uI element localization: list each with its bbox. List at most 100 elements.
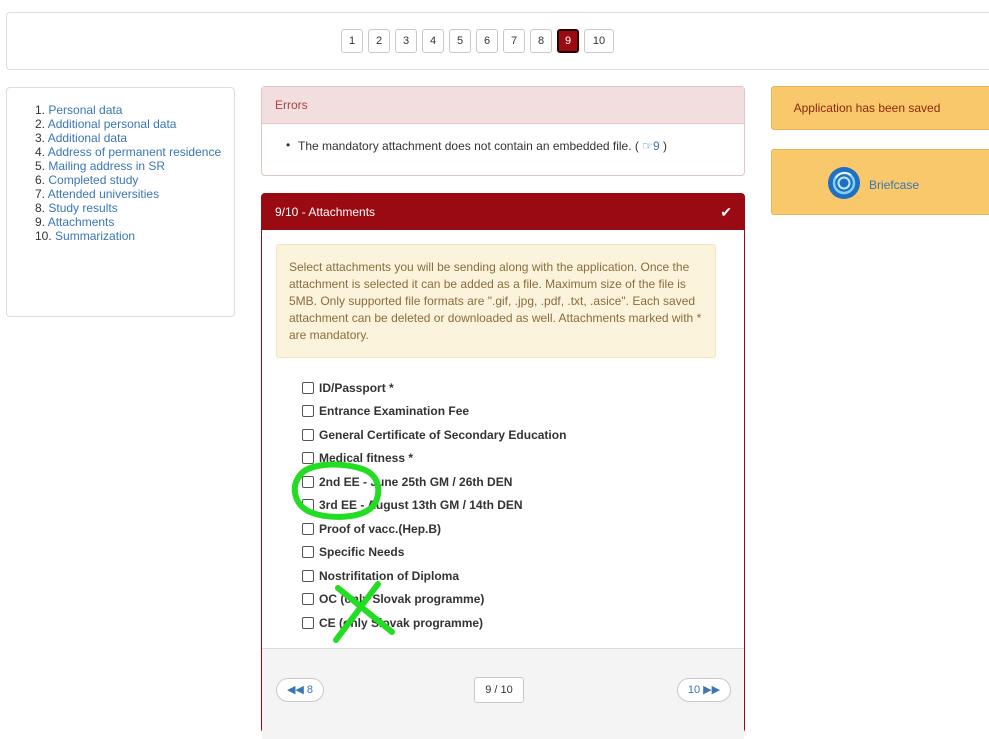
nav-item-mailing-address: 5. Mailing address in SR (35, 159, 225, 173)
attachment-label: 2nd EE - June 25th GM / 26th DEN (319, 474, 513, 489)
attachment-item-3rd-ee[interactable]: 3rd EE - August 13th GM / 14th DEN (302, 494, 566, 518)
attachments-panel: 9/10 - Attachments ✔ Select attachments … (261, 193, 745, 739)
nav-item-completed-study: 6. Completed study (35, 173, 225, 187)
error-text: The mandatory attachment does not contai… (298, 139, 639, 153)
attachment-item-ce[interactable]: CE (only Slovak programme) (302, 611, 566, 635)
attachment-label: ID/Passport * (319, 380, 394, 395)
nav-link-additional-personal-data[interactable]: Additional personal data (48, 117, 177, 131)
attachment-item-id-passport[interactable]: ID/Passport * (302, 376, 566, 400)
pointing-hand-icon: ☞ (642, 139, 653, 153)
checkbox[interactable] (302, 616, 314, 629)
attachment-item-oc[interactable]: OC (only Slovak programme) (302, 588, 566, 612)
attachment-label: Specific Needs (319, 545, 405, 560)
nav-number: 7. (35, 187, 46, 201)
checkbox[interactable] (302, 405, 314, 418)
page-button-6[interactable]: 6 (476, 29, 498, 53)
attachment-item-specific-needs[interactable]: Specific Needs (302, 541, 566, 565)
attachment-item-proof-vaccination[interactable]: Proof of vacc.(Hep.B) (302, 517, 566, 541)
nav-link-attachments[interactable]: Attachments (48, 215, 115, 229)
steps-list: 1. Personal data 2. Additional personal … (35, 103, 225, 243)
nav-item-additional-personal-data: 2. Additional personal data (35, 117, 225, 131)
nav-link-attended-universities[interactable]: Attended universities (48, 187, 159, 201)
checkbox[interactable] (302, 522, 314, 535)
checkbox[interactable] (302, 499, 314, 512)
nav-item-additional-data: 3. Additional data (35, 131, 225, 145)
page-button-10[interactable]: 10 (584, 29, 614, 53)
nav-item-attended-universities: 7. Attended universities (35, 187, 225, 201)
attachment-label: Medical fitness * (319, 451, 414, 466)
nav-item-study-results: 8. Study results (35, 201, 225, 215)
nav-item-permanent-residence: 4. Address of permanent residence (35, 145, 225, 159)
errors-title: Errors (262, 87, 744, 124)
checkbox[interactable] (302, 428, 314, 441)
attachment-label: Nostrifitation of Diploma (319, 568, 459, 583)
attachment-item-medical-fitness[interactable]: Medical fitness * (302, 447, 566, 471)
attachment-label: CE (only Slovak programme) (319, 615, 484, 630)
attachments-header: 9/10 - Attachments ✔ (262, 194, 744, 230)
page-button-2[interactable]: 2 (368, 29, 390, 53)
nav-number: 2. (35, 117, 46, 131)
nav-number: 1. (35, 103, 46, 117)
nav-link-personal-data[interactable]: Personal data (48, 103, 122, 117)
nav-number: 6. (35, 173, 46, 187)
nav-item-summarization: 10. Summarization (35, 229, 225, 243)
checkbox[interactable] (302, 452, 314, 465)
step-pager: 1 2 3 4 5 6 7 8 9 10 (341, 29, 619, 53)
attachments-title: 9/10 - Attachments (275, 205, 376, 219)
attachment-label: General Certificate of Secondary Educati… (319, 427, 567, 442)
page-button-1[interactable]: 1 (341, 29, 363, 53)
bullet: • (286, 138, 291, 152)
error-step-number: 9 (652, 139, 660, 153)
attachment-item-secondary-certificate[interactable]: General Certificate of Secondary Educati… (302, 423, 566, 447)
attachment-label: OC (only Slovak programme) (319, 592, 485, 607)
checkbox[interactable] (302, 546, 314, 559)
nav-number: 8. (35, 201, 46, 215)
nav-link-summarization[interactable]: Summarization (55, 229, 135, 243)
check-icon: ✔ (720, 204, 732, 220)
page-button-3[interactable]: 3 (395, 29, 417, 53)
step-indicator: 9 / 10 (474, 677, 524, 703)
step-pager-bar: 1 2 3 4 5 6 7 8 9 10 (6, 12, 989, 70)
checkbox[interactable] (302, 381, 314, 394)
nav-link-completed-study[interactable]: Completed study (48, 173, 138, 187)
nav-item-attachments: 9. Attachments (35, 215, 225, 229)
attachment-label: Entrance Examination Fee (319, 404, 470, 419)
nav-number: 5. (35, 159, 46, 173)
nav-number: 9. (35, 215, 46, 229)
nav-link-study-results[interactable]: Study results (48, 201, 117, 215)
next-step-button[interactable]: 10 ▶▶ (677, 678, 731, 702)
attachment-label: 3rd EE - August 13th GM / 14th DEN (319, 498, 523, 513)
errors-panel: Errors • The mandatory attachment does n… (261, 86, 745, 176)
attachment-item-2nd-ee[interactable]: 2nd EE - June 25th GM / 26th DEN (302, 470, 566, 494)
checkbox[interactable] (302, 593, 314, 606)
error-goto-step-link[interactable]: ☞9 (642, 139, 659, 153)
page-button-9-active[interactable]: 9 (557, 29, 579, 53)
checkbox[interactable] (302, 475, 314, 488)
page-button-5[interactable]: 5 (449, 29, 471, 53)
error-message: • The mandatory attachment does not cont… (262, 124, 744, 153)
nav-number: 10. (35, 229, 52, 243)
briefcase-label: Briefcase (869, 178, 920, 192)
application-saved-notice: Application has been saved (771, 86, 989, 130)
error-text-end: ) (663, 139, 668, 153)
steps-navigation: 1. Personal data 2. Additional personal … (6, 87, 235, 317)
nav-item-personal-data: 1. Personal data (35, 103, 225, 117)
nav-link-additional-data[interactable]: Additional data (48, 131, 127, 145)
page-button-7[interactable]: 7 (503, 29, 525, 53)
checkbox[interactable] (302, 569, 314, 582)
attachment-checklist: ID/Passport * Entrance Examination Fee G… (302, 376, 566, 635)
previous-step-button[interactable]: ◀◀ 8 (276, 678, 324, 702)
attachment-item-entrance-fee[interactable]: Entrance Examination Fee (302, 400, 566, 424)
nav-number: 4. (35, 145, 46, 159)
attachment-label: Proof of vacc.(Hep.B) (319, 521, 442, 536)
page-button-4[interactable]: 4 (422, 29, 444, 53)
attachments-info-box: Select attachments you will be sending a… (276, 244, 716, 358)
nav-link-permanent-residence[interactable]: Address of permanent residence (48, 145, 221, 159)
briefcase-logo-icon (828, 167, 860, 199)
nav-number: 3. (35, 131, 46, 145)
attachments-footer: ◀◀ 8 9 / 10 10 ▶▶ (262, 648, 744, 739)
nav-link-mailing-address[interactable]: Mailing address in SR (48, 159, 165, 173)
briefcase-button[interactable]: Briefcase (771, 149, 989, 215)
attachment-item-nostrification[interactable]: Nostrifitation of Diploma (302, 564, 566, 588)
page-button-8[interactable]: 8 (530, 29, 552, 53)
